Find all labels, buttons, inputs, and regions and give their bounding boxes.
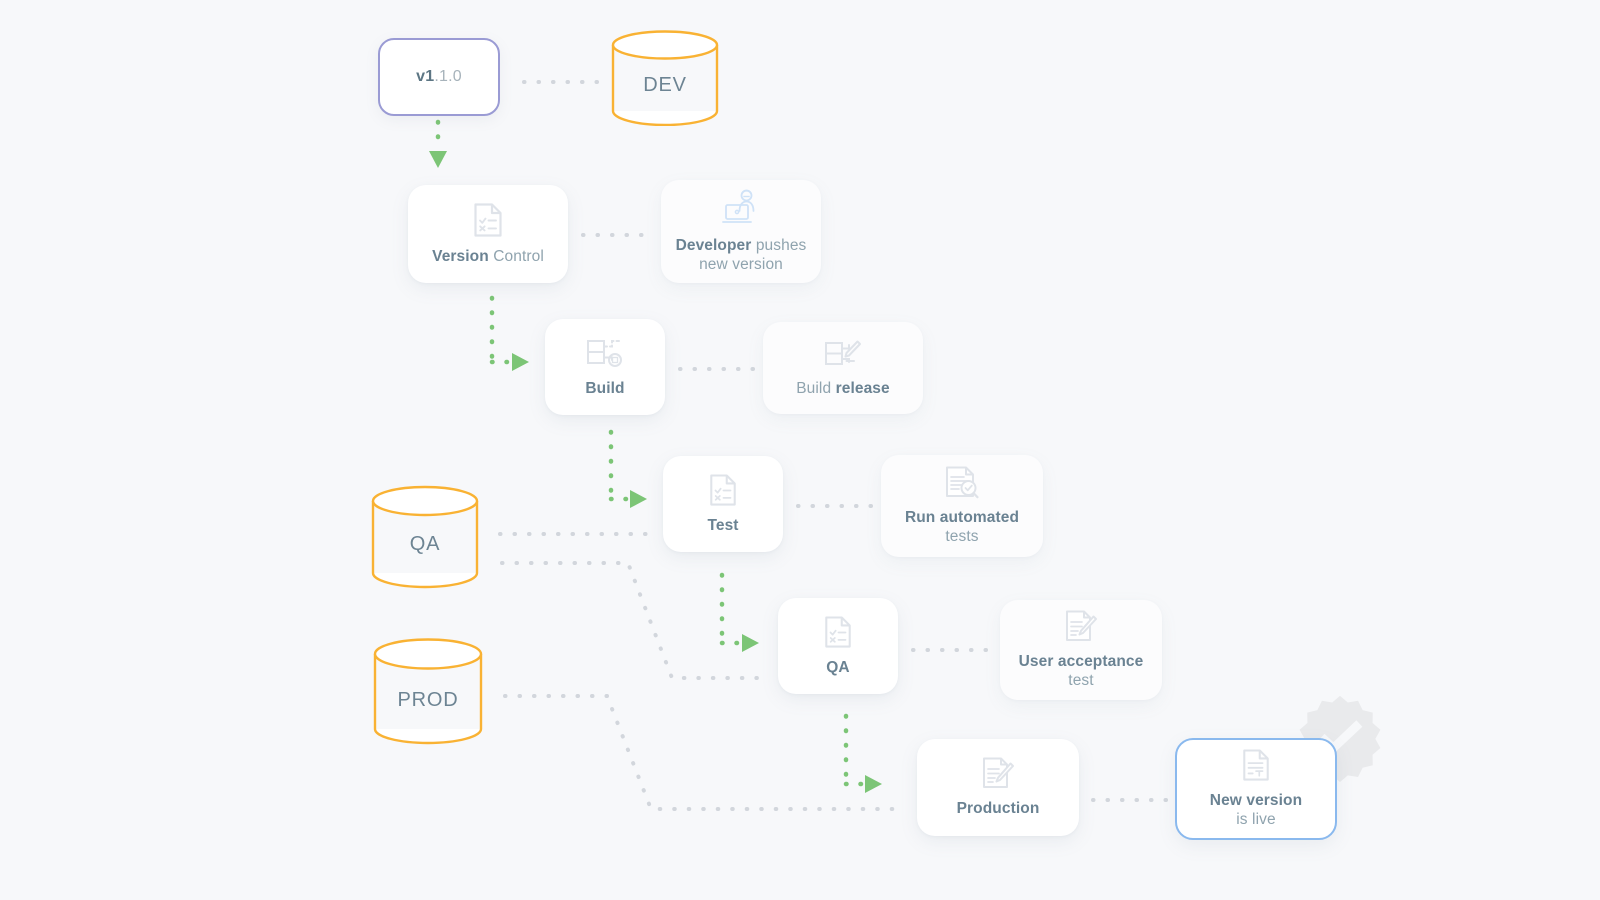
edge-qa-db-to-qa-node: [500, 561, 770, 680]
developer-laptop-icon: [721, 189, 761, 227]
prod-database-cylinder[interactable]: PROD: [373, 637, 483, 747]
document-checklist-icon: [708, 473, 738, 507]
build-release-normal: Build: [796, 379, 836, 397]
version-control-label-bold: Version: [432, 247, 489, 265]
document-pencil-icon: [1064, 609, 1098, 643]
build-release-label: Build release: [796, 380, 890, 399]
qa-database-label: QA: [409, 533, 441, 555]
run-automated-tests-line2: tests: [945, 528, 979, 545]
build-label: Build: [585, 380, 624, 399]
version-tag-node[interactable]: v1.1.0: [378, 38, 500, 116]
developer-pushes-bold: Developer: [675, 236, 752, 254]
edge-arrow-to-production: [865, 775, 882, 793]
version-control-node[interactable]: Version Control: [408, 185, 568, 283]
user-acceptance-line2: test: [1068, 672, 1094, 689]
edge-prod-db-to-production: [503, 694, 907, 811]
diagram-canvas: v1.1.0 DEV Version Control Developer pus…: [0, 0, 1600, 900]
run-automated-tests-label: Run automated tests: [905, 509, 1019, 547]
production-label: Production: [957, 800, 1040, 819]
edge-arrow-to-qa: [742, 634, 759, 652]
document-pencil-icon: [981, 756, 1015, 790]
developer-pushes-label: Developer pushes new version: [676, 237, 807, 275]
document-checklist-icon: [823, 615, 853, 649]
version-control-label-normal: Control: [488, 247, 544, 265]
production-label-bold: Production: [956, 800, 1040, 818]
developer-pushes-line2: new version: [699, 255, 783, 273]
dev-database-label: DEV: [643, 74, 687, 96]
edge-arrow-version-to-version-control: [429, 151, 447, 168]
qa-node-label: QA: [826, 659, 849, 678]
run-automated-tests-node[interactable]: Run automated tests: [881, 455, 1043, 557]
qa-node-label-bold: QA: [826, 658, 850, 676]
version-tag-normal: .1.0: [434, 68, 462, 85]
dev-database-cylinder[interactable]: DEV: [611, 30, 719, 127]
build-label-bold: Build: [585, 379, 625, 397]
version-control-label: Version Control: [432, 248, 544, 267]
new-version-live-node[interactable]: New version is live: [1175, 738, 1337, 840]
test-node[interactable]: Test: [663, 456, 783, 552]
user-acceptance-test-node[interactable]: User acceptance test: [1000, 600, 1162, 700]
document-text-icon: [1241, 748, 1271, 782]
build-node[interactable]: Build: [545, 319, 665, 415]
new-version-live-line2: is live: [1236, 811, 1276, 828]
version-tag-label: v1.1.0: [416, 68, 462, 86]
new-version-live-label: New version is live: [1210, 792, 1302, 830]
test-label: Test: [707, 517, 738, 536]
qa-database-cylinder[interactable]: QA: [371, 485, 479, 590]
new-version-live-bold: New version: [1209, 792, 1303, 810]
build-release-bold: release: [835, 379, 890, 397]
version-tag-bold: v1: [416, 68, 435, 85]
run-automated-tests-bold: Run automated: [904, 509, 1020, 527]
user-acceptance-bold: User acceptance: [1018, 653, 1144, 671]
user-acceptance-label: User acceptance test: [1019, 653, 1144, 691]
edge-arrow-to-test: [630, 490, 647, 508]
qa-node[interactable]: QA: [778, 598, 898, 694]
build-release-node[interactable]: Build release: [763, 322, 923, 414]
edge-arrow-to-build: [512, 353, 529, 371]
build-edit-icon: [824, 338, 862, 370]
test-label-bold: Test: [707, 516, 739, 534]
developer-pushes-node[interactable]: Developer pushes new version: [661, 180, 821, 283]
prod-database-label: PROD: [397, 689, 459, 711]
developer-pushes-normal: pushes: [751, 236, 807, 254]
document-search-icon: [944, 465, 980, 499]
document-checklist-icon: [472, 202, 504, 238]
production-node[interactable]: Production: [917, 739, 1079, 836]
build-diagram-icon: [586, 336, 624, 370]
